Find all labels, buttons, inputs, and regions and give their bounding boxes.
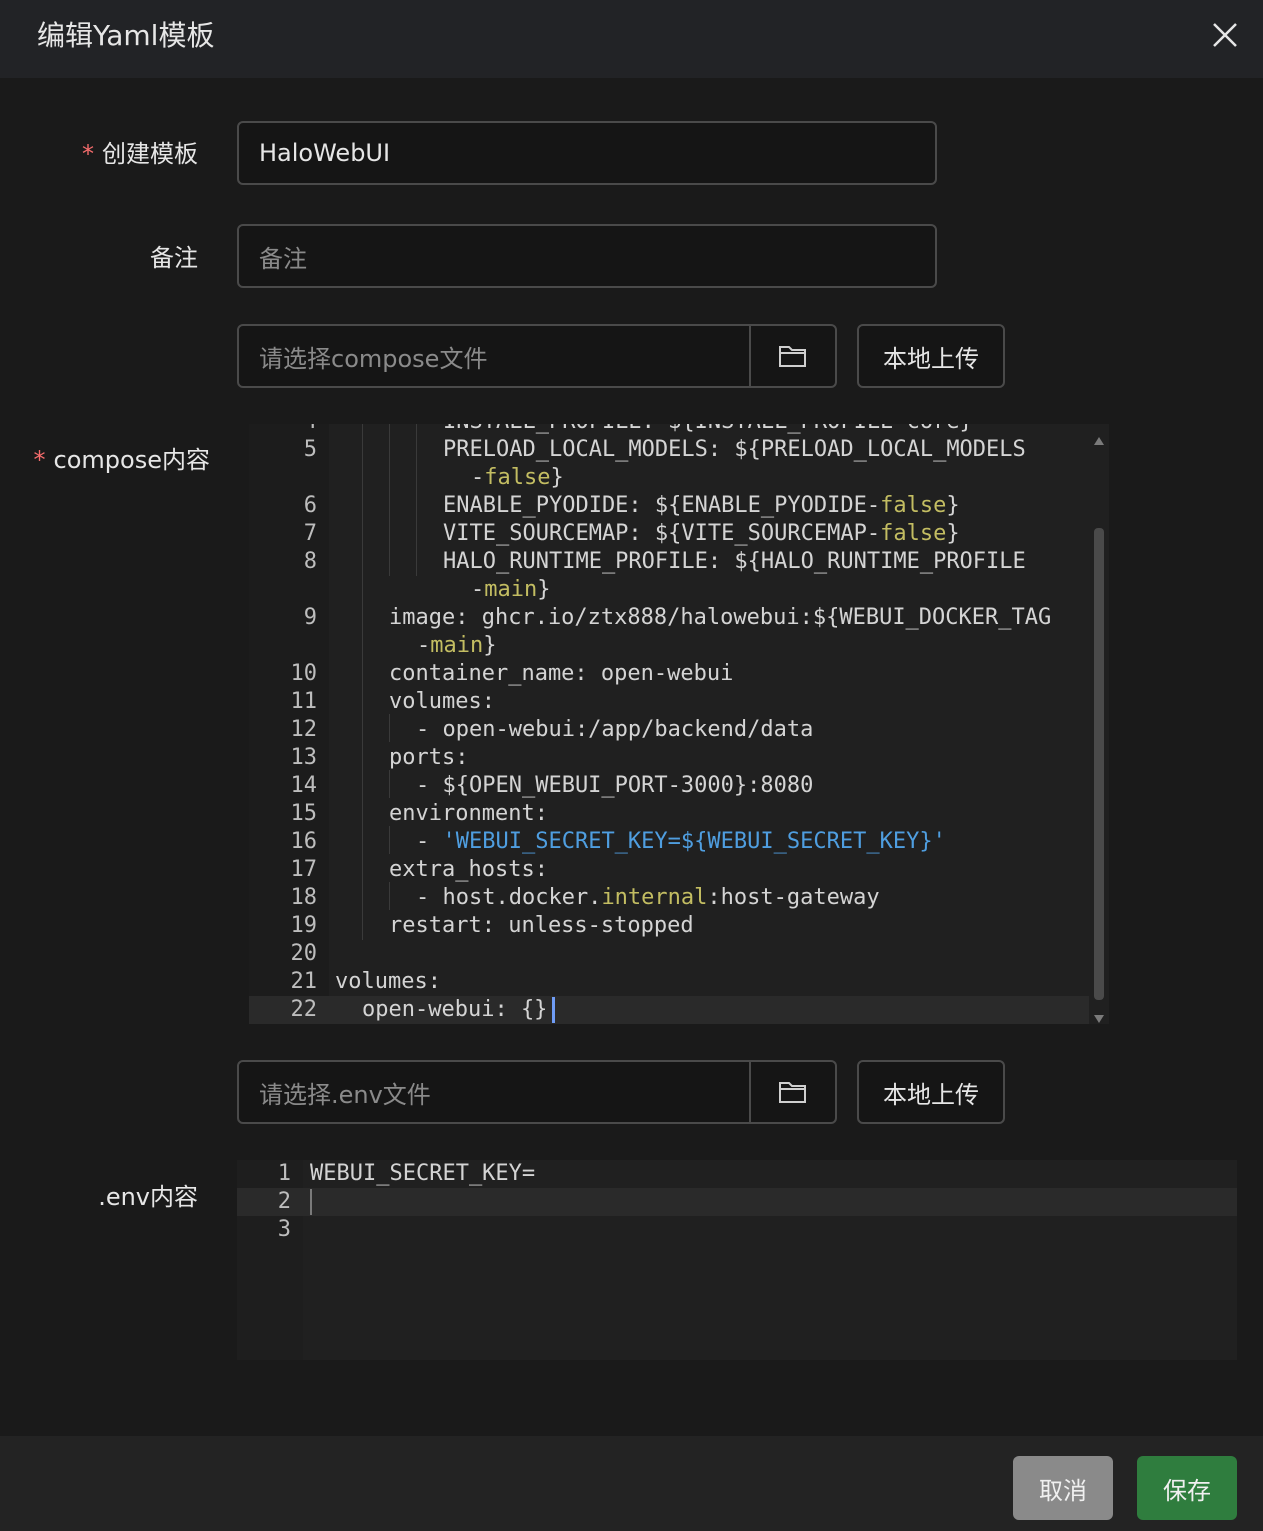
close-icon[interactable] bbox=[1206, 16, 1244, 54]
code-line: open-webui: {} bbox=[362, 997, 548, 1022]
compose-upload-button[interactable]: 本地上传 bbox=[857, 324, 1005, 388]
code-line: environment: bbox=[389, 801, 548, 826]
indent-guide bbox=[389, 770, 390, 798]
line-number: 20 bbox=[290, 941, 318, 966]
indent-guide bbox=[389, 826, 390, 854]
template-name-input[interactable]: HaloWebUI bbox=[237, 121, 937, 185]
code-line: ENABLE_PYODIDE: ${ENABLE_PYODIDE-false} bbox=[443, 493, 960, 518]
line-number: 3 bbox=[277, 1217, 291, 1242]
code-line: volumes: bbox=[389, 689, 495, 714]
compose-label: * compose内容 bbox=[20, 440, 210, 475]
indent-guide bbox=[362, 424, 363, 940]
indent-guide bbox=[389, 424, 390, 576]
line-number: 5 bbox=[303, 437, 317, 462]
code-line: extra_hosts: bbox=[389, 857, 548, 882]
template-label: * 创建模板 bbox=[60, 134, 198, 169]
env-upload-button[interactable]: 本地上传 bbox=[857, 1060, 1005, 1124]
code-line: container_name: open-webui bbox=[389, 661, 734, 686]
code-line: - open-webui:/app/backend/data bbox=[416, 717, 814, 742]
active-line-highlight bbox=[237, 1188, 1237, 1216]
template-name-value: HaloWebUI bbox=[259, 139, 391, 167]
text-cursor bbox=[310, 1189, 312, 1215]
line-number: 11 bbox=[290, 689, 318, 714]
compose-label-text: compose内容 bbox=[53, 446, 210, 474]
remark-placeholder: 备注 bbox=[259, 244, 307, 273]
code-line: -main} bbox=[417, 633, 497, 658]
code-line: VITE_SOURCEMAP: ${VITE_SOURCEMAP-false} bbox=[443, 521, 960, 546]
compose-editor[interactable]: 4 5 6 7 8 9 10 11 12 13 14 15 16 17 18 1… bbox=[249, 424, 1109, 1024]
line-number: 6 bbox=[303, 493, 317, 518]
cancel-button[interactable]: 取消 bbox=[1013, 1456, 1113, 1520]
line-number: 2 bbox=[277, 1189, 291, 1214]
line-number: 16 bbox=[290, 829, 318, 854]
line-number: 1 bbox=[277, 1161, 291, 1186]
scroll-up-arrow[interactable] bbox=[1092, 428, 1106, 453]
remark-input[interactable]: 备注 bbox=[237, 224, 937, 288]
line-number: 19 bbox=[290, 913, 318, 938]
remark-label: 备注 bbox=[150, 244, 198, 272]
code-line: -main} bbox=[471, 577, 551, 602]
code-line: HALO_RUNTIME_PROFILE: ${HALO_RUNTIME_PRO… bbox=[443, 549, 1026, 574]
code-line: image: ghcr.io/ztx888/halowebui:${WEBUI_… bbox=[389, 605, 1052, 630]
folder-icon[interactable] bbox=[749, 1062, 835, 1122]
line-number: 4 bbox=[249, 424, 317, 436]
code-line: INSTALL_PROFILE: ${INSTALL_PROFILE-core} bbox=[443, 424, 973, 436]
required-mark: * bbox=[33, 446, 46, 474]
indent-guide bbox=[416, 424, 417, 576]
code-line: restart: unless-stopped bbox=[389, 913, 694, 938]
code-line: volumes: bbox=[335, 969, 441, 994]
line-number: 17 bbox=[290, 857, 318, 882]
line-number: 12 bbox=[290, 717, 318, 742]
template-label-text: 创建模板 bbox=[102, 140, 198, 168]
scroll-down-arrow[interactable] bbox=[1092, 1006, 1106, 1024]
line-number: 18 bbox=[290, 885, 318, 910]
code-line: - ${OPEN_WEBUI_PORT-3000}:8080 bbox=[416, 773, 814, 798]
dialog-title: 编辑Yaml模板 bbox=[37, 19, 215, 52]
text-cursor bbox=[552, 997, 555, 1023]
line-number: 22 bbox=[290, 997, 318, 1022]
code-line: - 'WEBUI_SECRET_KEY=${WEBUI_SECRET_KEY}' bbox=[416, 829, 946, 854]
code-line: - host.docker.internal:host-gateway bbox=[416, 885, 880, 910]
folder-icon[interactable] bbox=[749, 326, 835, 386]
env-file-placeholder: 请选择.env文件 bbox=[259, 1080, 431, 1109]
line-number: 21 bbox=[290, 969, 318, 994]
compose-file-select[interactable]: 请选择compose文件 bbox=[237, 324, 837, 388]
indent-guide bbox=[389, 714, 390, 742]
line-number: 10 bbox=[290, 661, 318, 686]
line-number: 13 bbox=[290, 745, 318, 770]
dialog-footer: 取消 保存 bbox=[0, 1436, 1263, 1531]
env-label: .env内容 bbox=[98, 1183, 198, 1211]
line-number: 8 bbox=[303, 549, 317, 574]
dialog-header: 编辑Yaml模板 bbox=[0, 0, 1263, 78]
line-number: 15 bbox=[290, 801, 318, 826]
compose-file-placeholder: 请选择compose文件 bbox=[259, 344, 488, 373]
line-number: 7 bbox=[303, 521, 317, 546]
env-file-select[interactable]: 请选择.env文件 bbox=[237, 1060, 837, 1124]
line-number: 14 bbox=[290, 773, 318, 798]
indent-guide bbox=[389, 882, 390, 910]
line-number: 9 bbox=[303, 605, 317, 630]
env-editor[interactable]: 1 2 3 WEBUI_SECRET_KEY= bbox=[237, 1160, 1237, 1360]
code-line: WEBUI_SECRET_KEY= bbox=[310, 1161, 536, 1186]
code-line: PRELOAD_LOCAL_MODELS: ${PRELOAD_LOCAL_MO… bbox=[443, 437, 1026, 462]
code-line: -false} bbox=[471, 465, 564, 490]
required-mark: * bbox=[82, 140, 94, 168]
code-line: ports: bbox=[389, 745, 469, 770]
editor-scrollbar[interactable] bbox=[1094, 528, 1104, 1000]
save-button[interactable]: 保存 bbox=[1137, 1456, 1237, 1520]
